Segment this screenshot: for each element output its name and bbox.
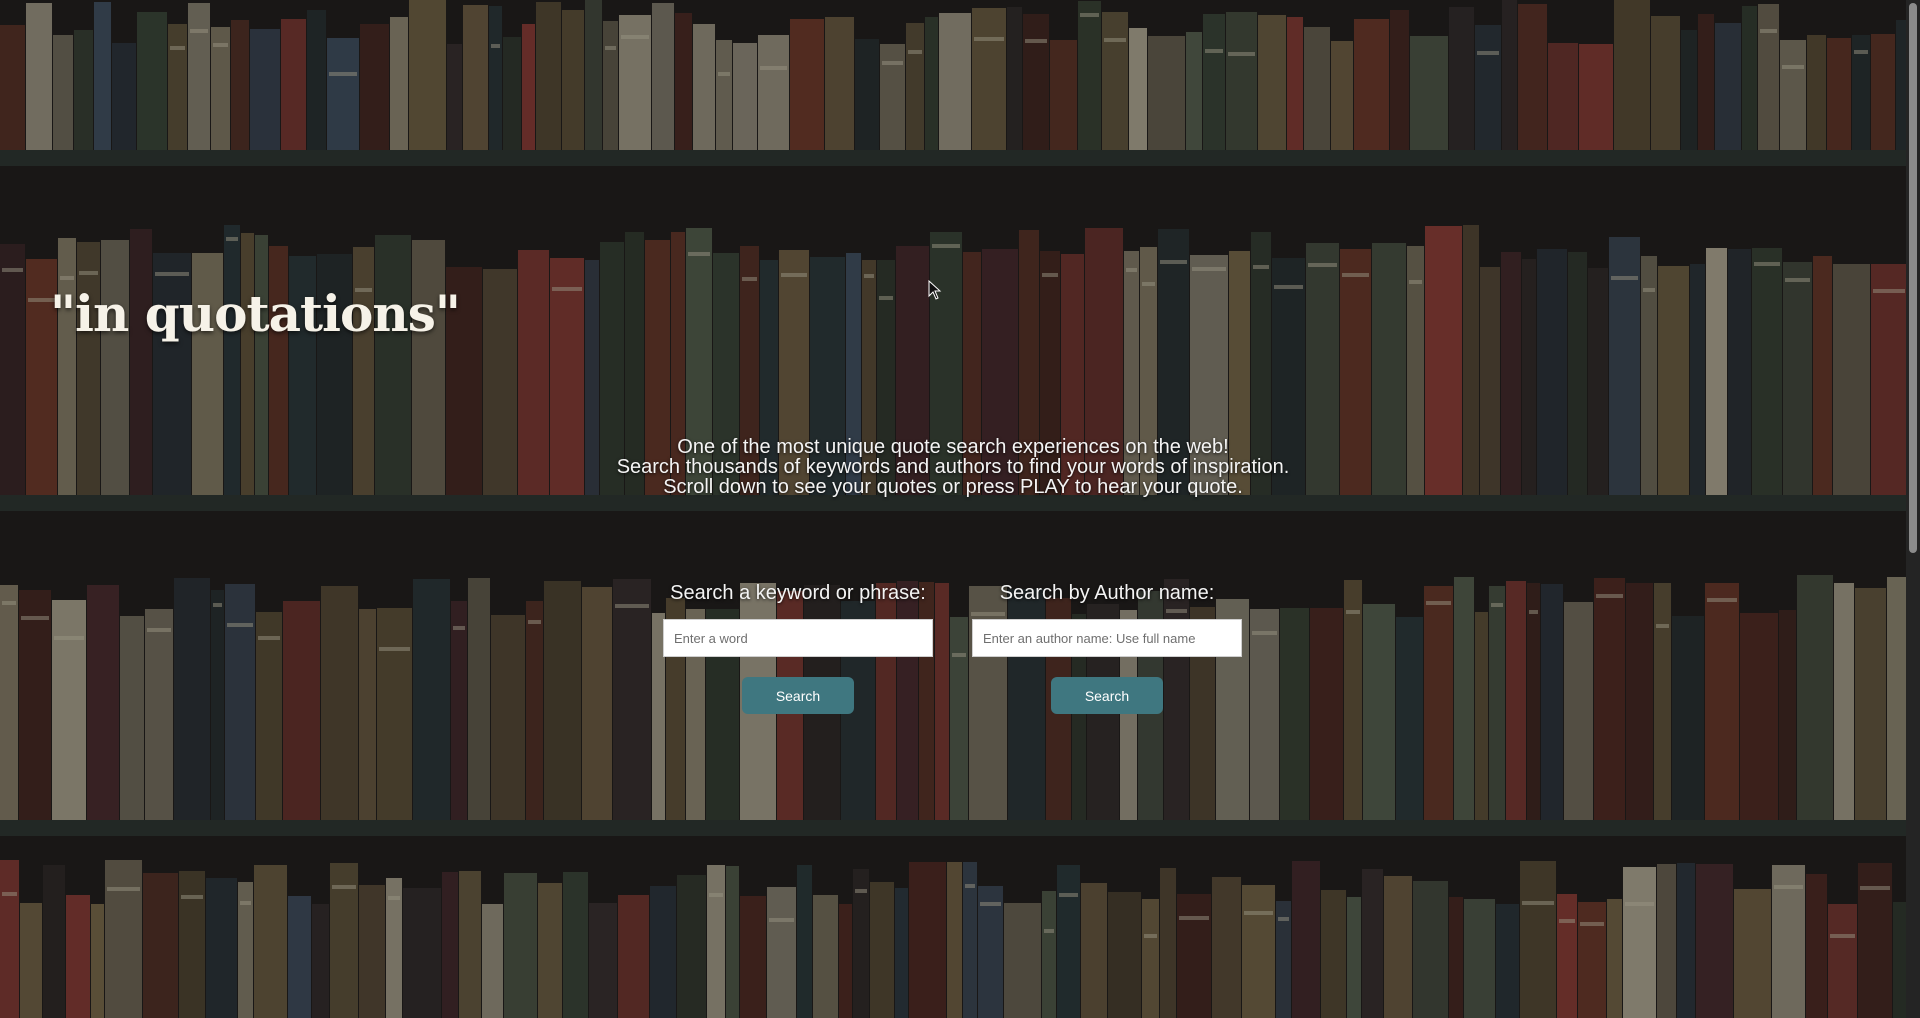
- page-scrollbar[interactable]: [1906, 0, 1920, 1018]
- keyword-search-label: Search a keyword or phrase:: [670, 582, 926, 604]
- scrollbar-thumb[interactable]: [1909, 3, 1917, 553]
- intro-line-3: Scroll down to see your quotes or press …: [663, 476, 1243, 498]
- keyword-search-input[interactable]: [663, 619, 933, 657]
- author-search-button[interactable]: Search: [1051, 677, 1163, 714]
- keyword-search-button[interactable]: Search: [742, 677, 854, 714]
- keyword-search-section: Search a keyword or phrase: Search: [663, 581, 933, 714]
- author-search-label: Search by Author name:: [999, 582, 1215, 604]
- background-overlay: [0, 0, 1920, 1018]
- author-search-section: Search by Author name: Search: [972, 581, 1242, 714]
- author-search-input[interactable]: [972, 619, 1242, 657]
- intro-line-1: One of the most unique quote search expe…: [677, 436, 1229, 458]
- mouse-pointer-icon: [928, 279, 942, 304]
- intro-text: One of the most unique quote search expe…: [0, 437, 1906, 497]
- site-logo[interactable]: "in quotations": [50, 284, 461, 343]
- intro-line-2: Search thousands of keywords and authors…: [616, 456, 1290, 478]
